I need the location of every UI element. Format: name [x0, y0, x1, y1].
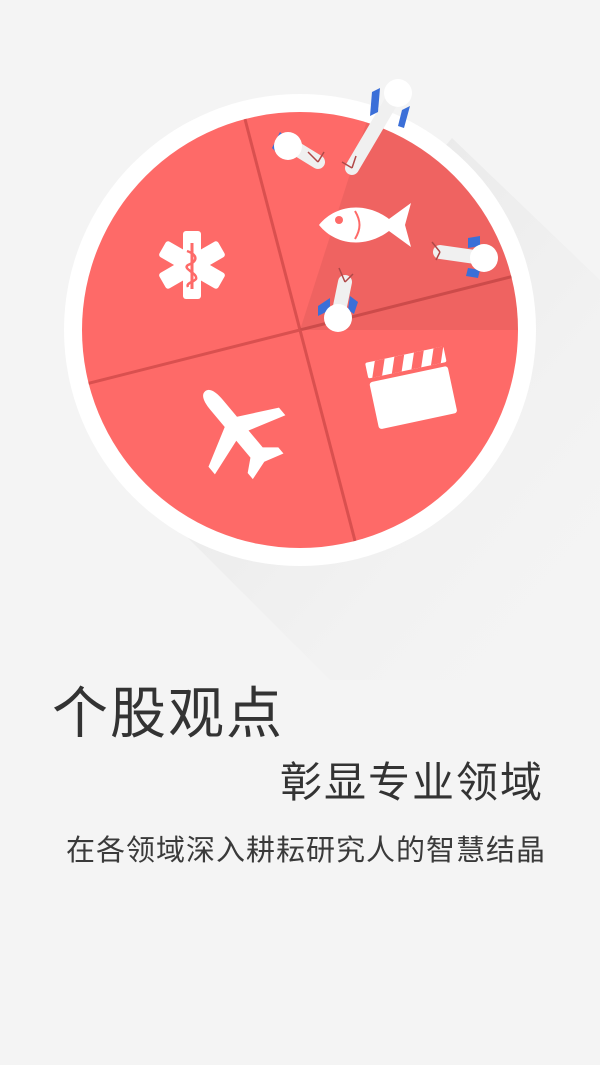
onboarding-screen: { "intro": { "title": "个股观点", "subtitle"… — [0, 0, 600, 1065]
page-title: 个股观点 — [52, 682, 284, 747]
page-subtitle: 彰显专业领域 — [280, 758, 545, 807]
hero-illustration — [64, 79, 600, 680]
page-tagline: 在各领域深入耕耘研究人的智慧结晶 — [66, 833, 547, 867]
